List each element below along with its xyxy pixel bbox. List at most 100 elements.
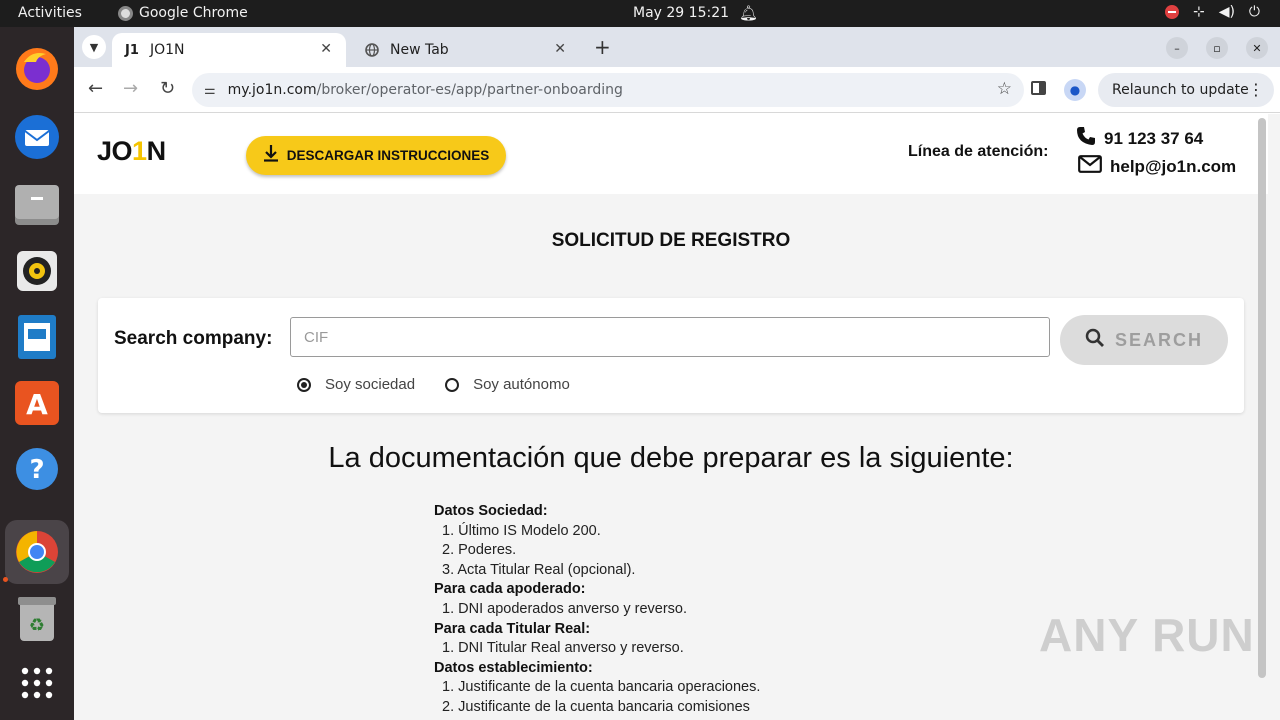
- system-tray[interactable]: ⊹ ◀︎) ⏻: [1164, 4, 1260, 20]
- chrome-app-icon: [118, 5, 133, 21]
- help-icon[interactable]: ?: [13, 445, 61, 493]
- minimize-button[interactable]: –: [1166, 37, 1188, 59]
- list-item: 1. Último IS Modelo 200.: [442, 522, 601, 539]
- system-top-bar: Activities Google Chrome May 29 15:21 🔔︎…: [0, 0, 1280, 27]
- list-item: 1. DNI apoderados anverso y reverso.: [442, 600, 688, 617]
- back-button[interactable]: ←: [88, 78, 103, 99]
- do-not-disturb-icon: [1164, 5, 1179, 19]
- support-phone[interactable]: 91 123 37 64: [1076, 126, 1203, 151]
- browser-toolbar: ← → ↻ ⚌ my.jo1n.com/broker/operator-es/a…: [74, 67, 1280, 113]
- network-icon: ⊹: [1192, 4, 1205, 20]
- activities-button[interactable]: Activities: [18, 5, 82, 21]
- globe-icon: [364, 42, 380, 58]
- notification-bell-icon: 🔔︎: [739, 4, 759, 22]
- address-bar[interactable]: ⚌ my.jo1n.com/broker/operator-es/app/par…: [192, 73, 1024, 107]
- phone-number: 91 123 37 64: [1104, 128, 1204, 148]
- power-icon: ⏻: [1248, 4, 1260, 20]
- radio-soy-sociedad[interactable]: Soy sociedad: [297, 376, 415, 393]
- page-title: SOLICITUD DE REGISTRO: [551, 230, 791, 251]
- app-menu[interactable]: Google Chrome: [118, 5, 248, 21]
- url-path: /broker/operator-es/app/partner-onboardi…: [316, 82, 623, 98]
- list-item: 1. DNI Titular Real anverso y reverso.: [442, 640, 684, 657]
- url-host: my.jo1n.com: [227, 82, 317, 98]
- list-item: 2. Justificante de la cuenta bancaria co…: [442, 698, 750, 715]
- rhythmbox-icon[interactable]: [13, 247, 61, 295]
- jo1n-logo[interactable]: JO1N: [97, 136, 166, 167]
- section-title: Para cada apoderado:: [434, 581, 586, 598]
- clock[interactable]: May 29 15:21: [633, 5, 729, 21]
- search-button[interactable]: SEARCH: [1060, 315, 1228, 365]
- section-title: Para cada Titular Real:: [434, 620, 591, 637]
- files-icon[interactable]: [13, 181, 61, 229]
- app-center-icon[interactable]: A: [13, 379, 61, 427]
- search-icon: [1085, 328, 1105, 353]
- search-company-label: Search company:: [114, 328, 273, 349]
- mail-icon: [1078, 155, 1102, 178]
- list-item: 3. Acta Titular Real (opcional).: [442, 561, 636, 578]
- writer-icon[interactable]: [13, 313, 61, 361]
- list-item: 1. Justificante de la cuenta bancaria op…: [442, 679, 761, 696]
- bookmark-star-icon[interactable]: ☆: [997, 79, 1012, 99]
- radio-circle-checked[interactable]: [297, 377, 311, 392]
- tab-label: New Tab: [390, 42, 449, 58]
- email-address: help@jo1n.com: [1110, 156, 1237, 176]
- svg-text:?: ?: [29, 455, 44, 485]
- chevron-down-icon: ▼: [89, 40, 99, 54]
- site-info-icon[interactable]: ⚌: [204, 83, 216, 98]
- forward-button[interactable]: →: [123, 78, 138, 99]
- section-title: Datos establecimiento:: [434, 659, 593, 676]
- tab-strip: ▼ J1 JO1N ✕ New Tab ✕ + – ▫ ✕: [74, 27, 1280, 67]
- site-header: JO1N DESCARGAR INSTRUCCIONES Línea de at…: [74, 114, 1268, 678]
- search-company-card: Search company: SEARCH Soy sociedad Soy …: [98, 298, 1244, 413]
- close-window-button[interactable]: ✕: [1246, 37, 1268, 59]
- jo1n-favicon-icon: J1: [125, 42, 139, 58]
- new-tab-button[interactable]: +: [594, 35, 611, 59]
- chrome-window: ▼ J1 JO1N ✕ New Tab ✕ + – ▫ ✕ ← → ↻ ⚌ my…: [74, 27, 1280, 720]
- logo-text-post: N: [146, 136, 167, 166]
- tab-label: JO1N: [150, 42, 185, 58]
- reload-button[interactable]: ↻: [160, 78, 175, 99]
- documentation-list: Datos Sociedad: 1. Último IS Modelo 200.…: [434, 502, 760, 718]
- support-email[interactable]: help@jo1n.com: [1078, 155, 1236, 178]
- relaunch-label: Relaunch to update: [1112, 82, 1249, 98]
- svg-text:♻: ♻: [29, 615, 45, 636]
- logo-text-pre: JO: [97, 136, 133, 166]
- tab-jo1n[interactable]: J1 JO1N ✕: [112, 33, 346, 67]
- page-scrollbar[interactable]: [1258, 118, 1266, 678]
- more-menu-icon[interactable]: ⋮: [1248, 80, 1264, 99]
- phone-icon: [1076, 126, 1096, 151]
- chrome-dock-icon[interactable]: [5, 520, 69, 584]
- search-button-label: SEARCH: [1114, 329, 1203, 350]
- watermark-text: ANY RUN: [1039, 609, 1255, 661]
- page-viewport: JO1N DESCARGAR INSTRUCCIONES Línea de at…: [74, 114, 1280, 720]
- trash-icon[interactable]: ♻: [13, 595, 61, 643]
- thunderbird-icon[interactable]: [13, 113, 61, 161]
- tab-new-tab[interactable]: New Tab ✕: [352, 33, 580, 67]
- section-title: Datos Sociedad:: [434, 503, 548, 519]
- url-text[interactable]: my.jo1n.com/broker/operator-es/app/partn…: [228, 82, 623, 98]
- dock: A ? ♻: [0, 27, 74, 720]
- download-label: DESCARGAR INSTRUCCIONES: [286, 148, 490, 163]
- cif-search-input[interactable]: [290, 317, 1050, 357]
- download-instructions-button[interactable]: DESCARGAR INSTRUCCIONES: [246, 136, 506, 175]
- close-tab-icon[interactable]: ✕: [554, 41, 566, 57]
- volume-icon: ◀︎): [1218, 4, 1235, 20]
- svg-text:A: A: [26, 388, 48, 421]
- relaunch-button[interactable]: Relaunch to update ⋮: [1098, 73, 1274, 107]
- firefox-icon[interactable]: [13, 45, 61, 93]
- radio-soy-autonomo[interactable]: Soy autónomo: [445, 376, 570, 393]
- radio-circle-unchecked[interactable]: [445, 377, 460, 392]
- profile-avatar-icon[interactable]: ●: [1064, 79, 1086, 101]
- show-apps-icon[interactable]: [13, 659, 61, 707]
- maximize-button[interactable]: ▫: [1206, 37, 1228, 59]
- app-menu-label: Google Chrome: [139, 5, 248, 21]
- close-tab-icon[interactable]: ✕: [320, 41, 332, 57]
- documentation-heading: La documentación que debe preparar es la…: [328, 442, 1014, 474]
- anyrun-watermark: ANY RUN: [1039, 608, 1255, 662]
- side-panel-icon[interactable]: [1031, 81, 1046, 95]
- entity-type-radio-group: Soy sociedad Soy autónomo: [297, 376, 570, 393]
- running-indicator: [3, 577, 8, 582]
- tab-search-button[interactable]: ▼: [82, 35, 106, 59]
- download-icon: [263, 144, 279, 167]
- radio-label: Soy sociedad: [325, 376, 416, 393]
